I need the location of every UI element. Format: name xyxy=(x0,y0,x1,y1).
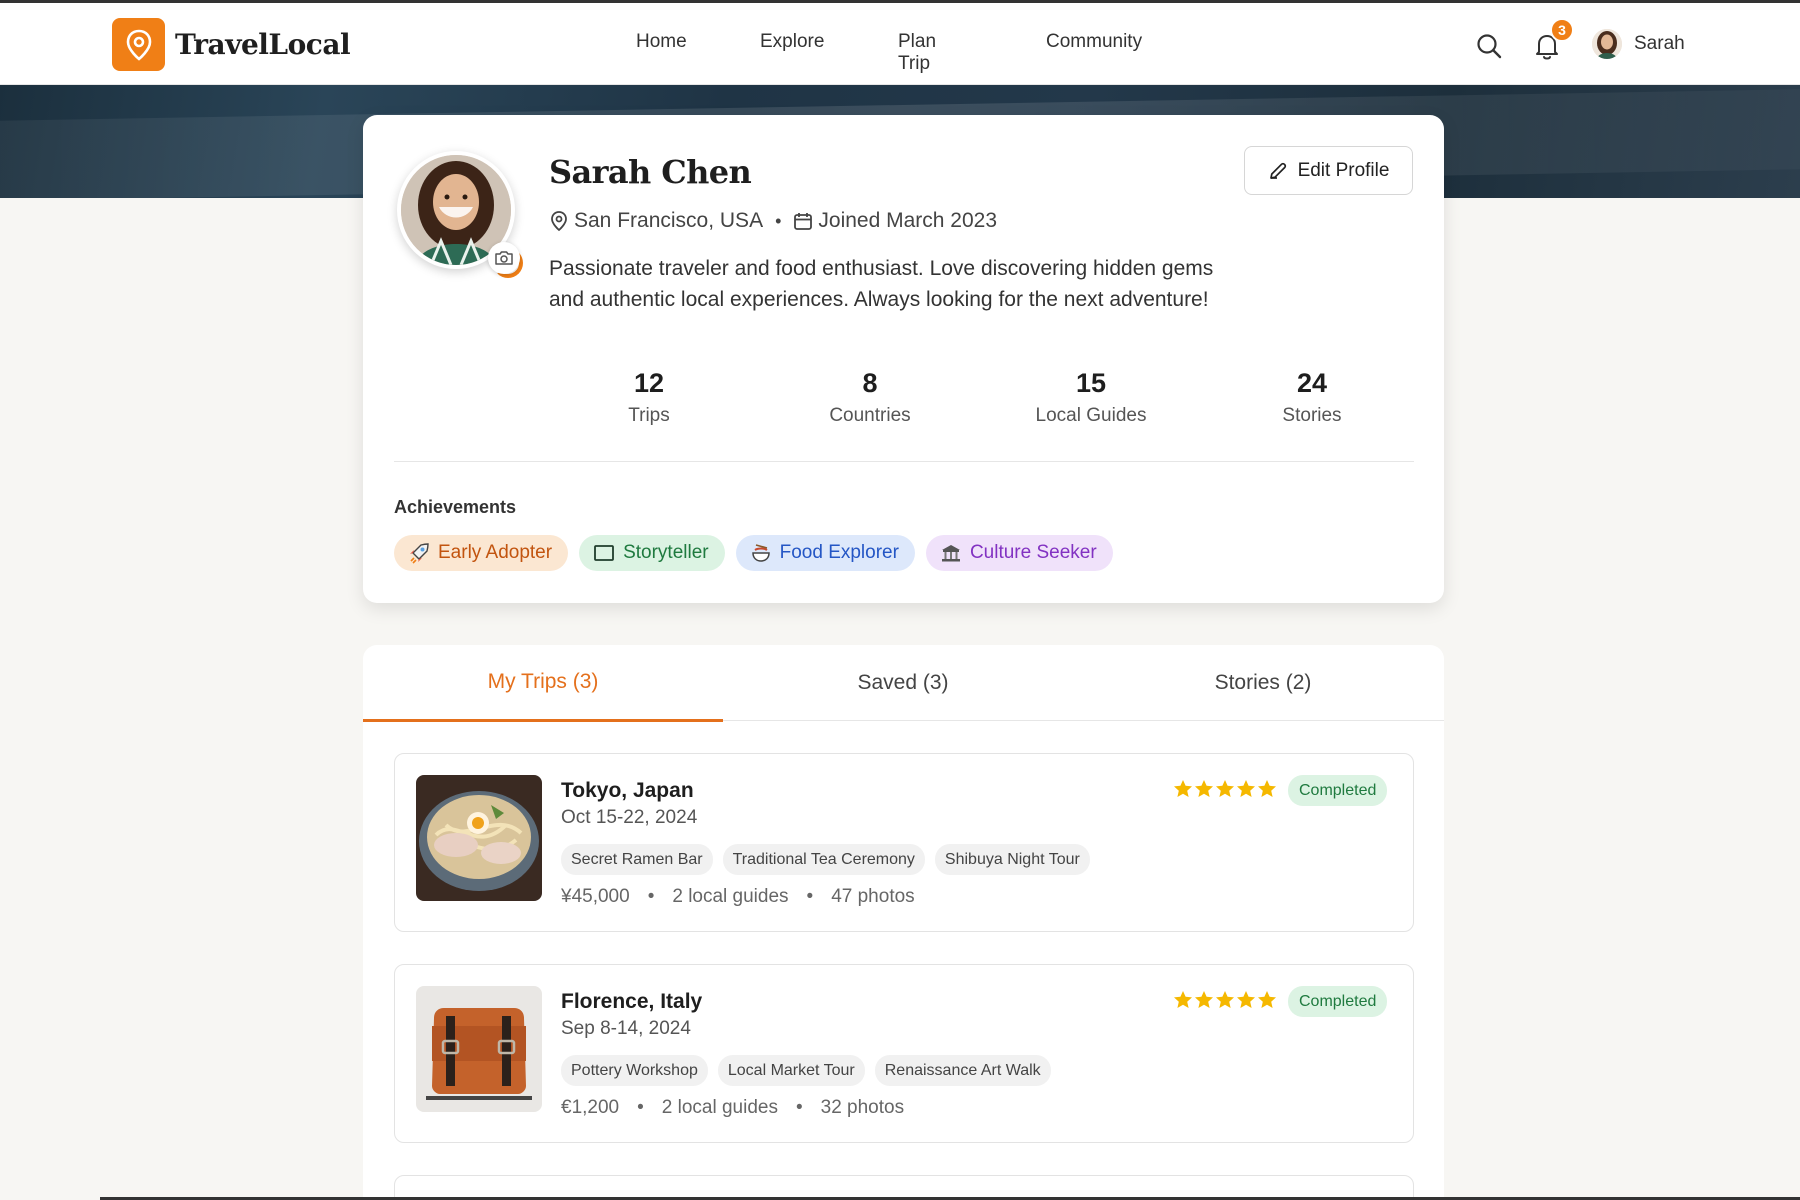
nav-explore[interactable]: Explore xyxy=(760,31,824,53)
pencil-icon xyxy=(1269,162,1286,179)
meta-separator: • xyxy=(795,1097,803,1118)
star-icon xyxy=(1174,780,1276,797)
edit-profile-label: Edit Profile xyxy=(1297,159,1390,181)
stat-stories: 24 Stories xyxy=(1212,368,1412,427)
search-icon[interactable] xyxy=(1474,31,1504,61)
badge-food-explorer: Food Explorer xyxy=(735,535,915,571)
profile-location: San Francisco, USA xyxy=(574,209,764,232)
avatar xyxy=(1592,29,1622,59)
stat-countries: 8 Countries xyxy=(770,368,970,427)
trip-tag: Secret Ramen Bar xyxy=(561,844,713,875)
rocket-icon xyxy=(410,543,429,564)
stat-value: 8 xyxy=(862,368,878,398)
trip-dates: Sep 8-14, 2024 xyxy=(561,1018,691,1039)
achievements-title: Achievements xyxy=(394,497,517,517)
nav-community[interactable]: Community xyxy=(1046,31,1142,53)
brand-name: TravelLocal xyxy=(175,28,351,61)
user-name: Sarah xyxy=(1634,33,1685,54)
badge-early-adopter: Early Adopter xyxy=(394,535,569,571)
trip-photos: 47 photos xyxy=(831,886,915,907)
meta-separator: • xyxy=(647,886,655,907)
badge-label: Early Adopter xyxy=(438,542,553,563)
stat-value: 15 xyxy=(1075,368,1107,398)
trip-title: Florence, Italy xyxy=(561,990,703,1013)
trip-card[interactable]: Tokyo, Japan Oct 15-22, 2024 Secret Rame… xyxy=(394,753,1414,932)
divider xyxy=(394,461,1414,462)
profile-meta: San Francisco, USA • Joined March 2023 xyxy=(549,209,997,233)
meta-separator: • xyxy=(806,886,814,907)
trip-guides: 2 local guides xyxy=(672,886,789,907)
profile-card: Sarah Chen San Francisco, USA • Joined M… xyxy=(363,115,1444,603)
nav-plan-trip[interactable]: Plan Trip xyxy=(898,31,936,75)
calendar-icon xyxy=(794,213,813,230)
trip-cost: ¥45,000 xyxy=(561,886,630,907)
stat-local-guides: 15 Local Guides xyxy=(991,368,1191,427)
location-pin-icon xyxy=(551,211,567,232)
stat-trips: 12 Trips xyxy=(549,368,749,427)
leather-bag-photo xyxy=(416,986,542,1112)
trip-meta: €1,200 • 2 local guides • 32 photos xyxy=(561,1097,904,1119)
trip-guides: 2 local guides xyxy=(661,1097,778,1118)
stat-label: Stories xyxy=(1282,405,1342,426)
trips-panel: My Trips (3) Saved (3) Stories (2) Tokyo… xyxy=(363,645,1444,1200)
badge-label: Culture Seeker xyxy=(969,542,1097,563)
badge-label: Storyteller xyxy=(623,542,709,563)
profile-joined: Joined March 2023 xyxy=(818,209,998,232)
notification-badge: 3 xyxy=(1550,18,1574,42)
trip-photos: 32 photos xyxy=(820,1097,905,1118)
stat-value: 24 xyxy=(1296,368,1328,398)
meta-separator: • xyxy=(775,210,782,231)
trip-tags: Pottery Workshop Local Market Tour Renai… xyxy=(561,1055,1061,1086)
status-badge: Completed xyxy=(1288,986,1388,1017)
trip-tag: Local Market Tour xyxy=(717,1055,865,1086)
achievement-badges: Early Adopter Storyteller Food Explorer xyxy=(394,535,1124,571)
book-icon xyxy=(594,545,614,561)
profile-name: Sarah Chen xyxy=(549,153,752,191)
trip-card[interactable]: Florence, Italy Sep 8-14, 2024 Pottery W… xyxy=(394,964,1414,1143)
trip-tag: Traditional Tea Ceremony xyxy=(722,844,925,875)
trip-tags: Secret Ramen Bar Traditional Tea Ceremon… xyxy=(561,844,1100,875)
tab-saved[interactable]: Saved (3) xyxy=(723,645,1083,721)
profile-bio: Passionate traveler and food enthusiast.… xyxy=(549,257,1214,311)
edit-profile-button[interactable]: Edit Profile xyxy=(1244,146,1413,195)
trip-tag: Renaissance Art Walk xyxy=(874,1055,1051,1086)
brand[interactable]: TravelLocal xyxy=(112,18,351,71)
star-rating xyxy=(1173,779,1277,799)
status-badge: Completed xyxy=(1288,775,1388,806)
tab-bar: My Trips (3) Saved (3) Stories (2) xyxy=(363,645,1444,722)
stat-label: Local Guides xyxy=(1035,405,1147,426)
badge-label: Food Explorer xyxy=(779,542,899,563)
profile-stats: 12 Trips 8 Countries 15 Local Guides 24 … xyxy=(549,368,1435,438)
badge-culture-seeker: Culture Seeker xyxy=(925,535,1113,571)
stat-label: Countries xyxy=(829,405,911,426)
trip-tag: Shibuya Night Tour xyxy=(934,844,1090,875)
tab-stories[interactable]: Stories (2) xyxy=(1083,645,1443,721)
star-icon xyxy=(1174,991,1276,1008)
trip-cost: €1,200 xyxy=(561,1097,620,1118)
tab-my-trips[interactable]: My Trips (3) xyxy=(363,645,723,722)
trip-dates: Oct 15-22, 2024 xyxy=(561,807,698,828)
trip-title: Tokyo, Japan xyxy=(561,779,694,802)
food-bowl-icon xyxy=(751,544,770,562)
stat-value: 12 xyxy=(633,368,665,398)
trip-tag: Pottery Workshop xyxy=(561,1055,708,1086)
meta-separator: • xyxy=(637,1097,644,1118)
user-menu[interactable]: Sarah xyxy=(1592,29,1685,59)
trip-meta: ¥45,000 • 2 local guides • 47 photos xyxy=(561,886,915,908)
star-rating xyxy=(1173,990,1277,1010)
map-pin-logo-icon xyxy=(112,18,165,71)
nav-home[interactable]: Home xyxy=(636,31,687,53)
camera-icon[interactable] xyxy=(488,242,520,274)
badge-storyteller: Storyteller xyxy=(579,535,725,571)
museum-icon xyxy=(941,545,960,562)
top-navbar: TravelLocal Home Explore Plan Trip Commu… xyxy=(0,3,1800,85)
ramen-bowl-photo xyxy=(416,775,542,901)
stat-label: Trips xyxy=(628,405,670,426)
